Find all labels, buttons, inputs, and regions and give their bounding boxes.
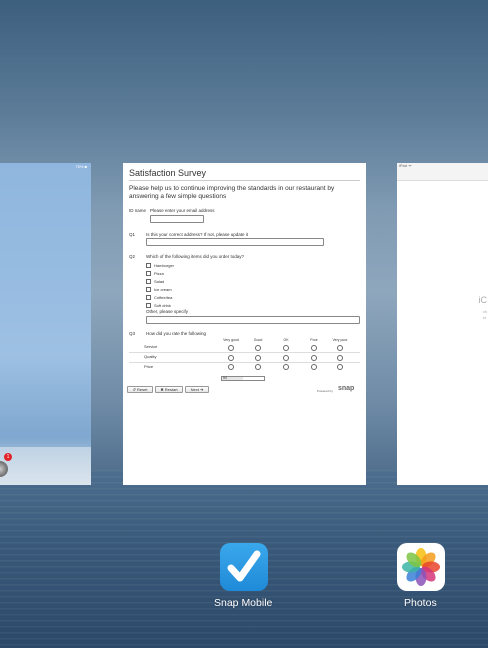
photos-app-icon[interactable] [397, 543, 445, 591]
photos-label: Photos [404, 597, 437, 609]
grid-divider [129, 352, 360, 353]
partial-text: iC [478, 295, 488, 305]
checkbox[interactable] [146, 294, 151, 300]
checkbox[interactable] [146, 270, 151, 276]
app-card-survey[interactable]: Satisfaction Survey Please help us to co… [123, 163, 366, 485]
app-card-left[interactable]: 75% ■ 1 [0, 163, 91, 485]
q2-number: Q2 [129, 254, 136, 259]
id-hint: Please enter your email address [150, 208, 215, 213]
checkbox-row[interactable]: Salad [146, 278, 164, 284]
status-bar-text: 75% ■ [75, 164, 87, 169]
notification-badge: 1 [4, 453, 12, 461]
q3-text: How did you rate the following [146, 331, 207, 336]
q1-number: Q1 [129, 232, 136, 237]
email-field[interactable] [150, 215, 204, 223]
reset-button[interactable]: ↺ Reset [127, 386, 153, 393]
q2-text: Which of the following items did you ord… [146, 254, 245, 259]
restart-button[interactable]: ✖ Restart [155, 386, 183, 393]
checkbox-row[interactable]: Pizza [146, 270, 164, 276]
checkbox-row[interactable]: Ice cream [146, 286, 172, 292]
snap-mobile-app-icon[interactable] [220, 543, 268, 591]
rating-radio[interactable] [283, 345, 289, 351]
status-bar-text: iPad ᯤ [399, 163, 412, 168]
id-label: ID name [129, 208, 147, 213]
rating-radio[interactable] [337, 345, 343, 351]
other-label: Other, please specify [146, 309, 189, 314]
snap-mobile-label: Snap Mobile [214, 597, 273, 609]
grid-row-label: Quality [144, 354, 157, 359]
rating-radio[interactable] [255, 345, 261, 351]
grid-row-label: Service [144, 344, 158, 349]
progress-text: 50 [223, 376, 227, 380]
partial-text-small: ch st [482, 309, 487, 320]
rating-radio[interactable] [311, 355, 317, 361]
powered-by-text: Powered by [317, 389, 333, 393]
rating-radio[interactable] [337, 355, 343, 361]
checkbox-label: Coffee/tea [154, 294, 173, 300]
checkbox-label: Pizza [154, 270, 164, 276]
grid-column-header: Very poor [332, 338, 348, 342]
progress-bar: 50 [221, 376, 265, 381]
grid-column-header: Very good [223, 338, 239, 342]
dock-strip [0, 447, 91, 485]
grid-column-header: Good [253, 338, 263, 342]
q3-number: Q3 [129, 331, 136, 336]
header-divider [129, 180, 360, 181]
rating-radio[interactable] [283, 364, 289, 370]
rating-radio[interactable] [337, 364, 343, 370]
rating-radio[interactable] [228, 355, 234, 361]
grid-divider [129, 362, 360, 363]
rating-radio[interactable] [255, 364, 261, 370]
rating-radio[interactable] [228, 364, 234, 370]
rating-radio[interactable] [255, 355, 261, 361]
app-card-right[interactable]: iPad ᯤ iC ch st [397, 163, 488, 485]
checkbox-label: Soft drink [154, 302, 171, 308]
snap-logo: snap [338, 385, 355, 392]
checkmark-icon [227, 550, 261, 582]
checkbox-row[interactable]: Soft drink [146, 302, 171, 308]
rating-radio[interactable] [311, 364, 317, 370]
other-field[interactable] [146, 316, 360, 324]
rating-radio[interactable] [283, 355, 289, 361]
checkbox-label: Hamburger [154, 262, 175, 268]
grid-column-header: OK [283, 338, 289, 342]
checkbox[interactable] [146, 262, 151, 268]
grid-column-header: Poor [310, 338, 318, 342]
next-button[interactable]: Next ➔ [185, 386, 209, 393]
photos-flower-icon [402, 548, 440, 586]
checkbox[interactable] [146, 286, 151, 292]
q1-text: Is this your correct address? If not, pl… [146, 232, 249, 237]
survey-intro: Please help us to continue improving the… [129, 185, 335, 200]
survey-title: Satisfaction Survey [129, 168, 207, 178]
checkbox[interactable] [146, 302, 151, 308]
checkbox-row[interactable]: Coffee/tea [146, 294, 172, 300]
rating-radio[interactable] [228, 345, 234, 351]
checkbox-row[interactable]: Hamburger [146, 262, 174, 268]
checkbox-label: Salad [154, 278, 165, 284]
checkbox-label: Ice cream [154, 286, 172, 292]
address-field[interactable] [146, 238, 324, 246]
grid-row-label: Price [144, 364, 154, 369]
checkbox[interactable] [146, 278, 151, 284]
rating-radio[interactable] [311, 345, 317, 351]
